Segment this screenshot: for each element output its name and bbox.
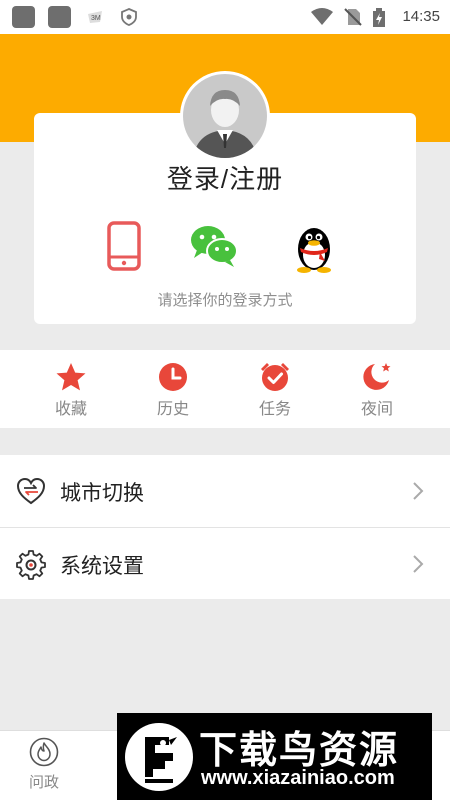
- gear-icon: [16, 550, 46, 585]
- phone-icon[interactable]: [106, 221, 142, 276]
- clock-time: 14:35: [402, 8, 440, 25]
- app-icon: [12, 6, 35, 28]
- fire-icon: [29, 737, 59, 767]
- login-register-title[interactable]: 登录/注册: [34, 159, 416, 196]
- app-icon: [48, 6, 71, 28]
- battery-charging-icon: [372, 8, 386, 27]
- watermark-title: 下载鸟资源: [199, 730, 400, 772]
- quick-favorites[interactable]: 收藏: [31, 362, 111, 419]
- tab-wenzheng[interactable]: 问政: [14, 737, 74, 792]
- menu-item-city-switch[interactable]: 城市切换: [0, 455, 450, 527]
- chevron-right-icon: [412, 481, 424, 506]
- star-icon: [56, 363, 86, 391]
- notification-icon: 3M: [86, 8, 104, 26]
- moon-icon: [363, 363, 391, 390]
- quick-history[interactable]: 历史: [133, 362, 213, 419]
- menu-item-city-switch-label: 城市切换: [60, 482, 144, 505]
- svg-text:3M: 3M: [91, 15, 101, 22]
- login-hint: 请选择你的登录方式: [157, 292, 293, 309]
- menu-item-system-settings-label: 系统设置: [60, 555, 144, 578]
- watermark-url: www.xiazainiao.com: [201, 767, 395, 789]
- city-switch-icon: [16, 477, 46, 510]
- alarm-check-icon: [261, 363, 289, 391]
- wechat-icon[interactable]: [188, 223, 240, 274]
- bird-logo-icon: [125, 723, 193, 791]
- settings-menu: 城市切换 系统设置: [0, 455, 450, 599]
- status-bar: 3M 14:35: [0, 0, 450, 34]
- quick-night-mode[interactable]: 夜间: [337, 362, 417, 419]
- quick-favorites-label: 收藏: [54, 401, 87, 418]
- clock-icon: [159, 363, 187, 391]
- user-avatar-icon[interactable]: [180, 71, 270, 161]
- quick-history-label: 历史: [156, 401, 189, 418]
- menu-item-system-settings[interactable]: 系统设置: [0, 527, 450, 599]
- chevron-right-icon: [412, 554, 424, 579]
- wifi-icon: [310, 8, 334, 26]
- shield-icon: [120, 8, 138, 26]
- qq-penguin-icon[interactable]: [292, 221, 336, 278]
- quick-actions-bar: 收藏 历史 任务 夜间: [0, 350, 450, 428]
- quick-night-mode-label: 夜间: [360, 401, 393, 418]
- login-methods: [34, 221, 416, 277]
- tab-wenzheng-label: 问政: [28, 774, 59, 791]
- watermark-banner: 下载鸟资源 www.xiazainiao.com: [117, 713, 432, 800]
- quick-tasks-label: 任务: [258, 401, 291, 418]
- no-sim-icon: [344, 8, 362, 26]
- quick-tasks[interactable]: 任务: [235, 362, 315, 419]
